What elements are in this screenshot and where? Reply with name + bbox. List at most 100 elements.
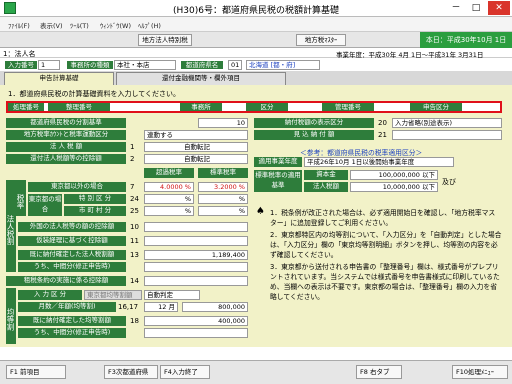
instruction-text: 1．都道府県民税の計算基礎資料を入力してください。 [8, 90, 181, 98]
category-label: 区分 [246, 103, 288, 111]
note-3: 3．東京都から送付される申告書の「整理番号」欄は、様式番号がプレプリントされてい… [270, 263, 500, 301]
title-bar: (H30)6号：都道府県民税の税額計算基礎 － □ ✕ [0, 0, 512, 17]
tab-strip: 申告計算基礎 還付金融機関等・欄外項目 [0, 71, 512, 85]
non-tokyo-standard-rate[interactable]: 3.2000 % [198, 182, 248, 192]
std-rate-basis-label: 標準税率の適用基準 [254, 170, 302, 192]
special-ward-standard[interactable]: % [198, 194, 248, 204]
menu-help[interactable]: ﾍﾙﾌﾟ(H) [138, 20, 161, 30]
mgmt-no-label: 管理番号 [322, 103, 374, 111]
months-field[interactable]: 12 月 [144, 302, 178, 312]
side-label-per-capita: 均等割 [6, 288, 16, 344]
paid-interim-field[interactable] [144, 262, 248, 272]
apply-period-value: 平成26年10月 1日以後開始事業年度 [304, 157, 454, 167]
menu-tools[interactable]: ﾂｰﾙ(T) [70, 20, 89, 30]
non-tokyo-no: 7 [130, 183, 135, 191]
paid-per-capita-no: 18 [130, 317, 139, 325]
capital-value: 100,000,000 以下 [350, 170, 438, 180]
treaty-deduction-no: 14 [130, 277, 139, 285]
function-key-bar: F1 前項目 F3次都道府県 F4入力終了 F8 右タブ F10処理ﾒﾆｭｰ [0, 360, 512, 384]
f3-next-pref-button[interactable]: F3次都道府県 [104, 365, 158, 379]
tokyo-case-label: 東京都の場合 [28, 194, 62, 216]
excess-rate-header: 超過税率 [144, 168, 194, 178]
rate-link-label: 地方税率ｶｳﾝﾄと税率運動区分 [6, 130, 126, 140]
f8-right-tab-button[interactable]: F8 右タブ [356, 365, 402, 379]
expected-payment-field[interactable] [392, 130, 502, 140]
menu-window[interactable]: ｳｨﾝﾄﾞｳ(W) [100, 20, 131, 30]
municipality-excess[interactable]: % [144, 206, 194, 216]
input-category-label: 入 力 区 分 [18, 290, 82, 300]
annual-amount-field[interactable]: 800,000 [182, 302, 248, 312]
paid-corp-tax-field[interactable]: 1,189,400 [144, 250, 248, 260]
municipality-standard[interactable]: % [198, 206, 248, 216]
office-type-label: 事務所の種類 [66, 60, 114, 70]
apply-period-label: 適用事業年度 [254, 157, 302, 167]
special-ward-no: 24 [130, 195, 139, 203]
office-type-field[interactable]: 本社・本店 [114, 60, 176, 70]
corp-tax-field[interactable]: 自動転記 [144, 142, 248, 152]
report-type-label: 申告区分 [410, 103, 462, 111]
pref-code-field[interactable]: 01 [228, 60, 242, 70]
special-ward-excess[interactable]: % [144, 194, 194, 204]
menu-view[interactable]: 表示(V) [40, 20, 63, 30]
corp-tax-threshold-label: 法人税額 [304, 182, 348, 192]
f4-finish-input-button[interactable]: F4入力終了 [160, 365, 210, 379]
process-no-label: 処理番号 [8, 103, 44, 111]
input-no-field[interactable]: 1 [38, 60, 60, 70]
paid-per-capita-label: 既に納付確定した均等割額 [18, 316, 126, 326]
corp-tax-no: 1 [130, 143, 135, 151]
paid-per-capita-field[interactable]: 400,000 [144, 316, 248, 326]
reference-title: ＜参考：都道府県民税の税率適用区分＞ [300, 149, 423, 157]
paid-interim-label: うち、中間分(修正申告時) [18, 262, 126, 272]
expected-payment-label: 見 込 納 付 額 [254, 130, 374, 140]
standard-rate-header: 標準税率 [198, 168, 248, 178]
special-tax-button[interactable]: 地方法人特別税 [138, 34, 192, 46]
ref-no-label: 整理番号 [48, 103, 110, 111]
foreign-tax-no: 10 [130, 223, 139, 231]
false-accounting-field[interactable] [144, 236, 248, 246]
pref-name-field[interactable]: 北海道 [都・府] [246, 60, 320, 70]
input-category-select[interactable]: 自動判定 [144, 290, 200, 300]
side-label-rate: 税率 [16, 180, 26, 216]
f10-menu-button[interactable]: F10処理ﾒﾆｭｰ [452, 365, 508, 379]
display-type-label: 納付税額の表示区分 [254, 118, 374, 128]
months-amount-label: 月数／年額(均等割) [18, 302, 116, 312]
display-type-no: 20 [378, 119, 387, 127]
non-tokyo-label: 東京都以外の場合 [28, 182, 126, 192]
corp-name: 1：法人名 [3, 50, 36, 58]
refund-deduction-no: 2 [130, 155, 135, 163]
note-1: 1．税条例が改正された場合は、必ず適用開始日を確認し、「地方税率マスター」に追加… [270, 209, 496, 227]
menu-bar: ﾌｧｲﾙ(F) 表示(V) ﾂｰﾙ(T) ｳｨﾝﾄﾞｳ(W) ﾍﾙﾌﾟ(H) [0, 17, 512, 32]
refund-deduction-field[interactable]: 自動転記 [144, 154, 248, 164]
paid-corp-tax-no: 13 [130, 251, 139, 259]
foreign-tax-field[interactable] [144, 222, 248, 232]
tab-refund-bank[interactable]: 還付金融機関等・欄外項目 [116, 72, 286, 85]
corp-tax-label: 法 人 税 額 [6, 142, 126, 152]
false-accounting-label: 仮装経理に基づく控除額 [18, 236, 126, 246]
menu-file[interactable]: ﾌｧｲﾙ(F) [8, 20, 30, 30]
display-type-select[interactable]: 入力省略(別途表示) [392, 118, 502, 128]
tab-calc-basis[interactable]: 申告計算基礎 [4, 72, 114, 85]
tokyo-per-capita-button[interactable]: 東京都均等割額 [84, 290, 142, 300]
non-tokyo-excess-rate[interactable]: 4.0000 % [144, 182, 194, 192]
corp-row: 1：法人名 事業年度：平成30年 4月 1日～平成31年 3月31日 [0, 48, 512, 59]
capital-label: 資本金 [304, 170, 348, 180]
treaty-deduction-label: 租税条約の実施に係る控除額 [6, 276, 126, 286]
per-capita-interim-field[interactable] [144, 328, 248, 338]
minimize-button[interactable]: － [446, 1, 466, 15]
split-basis-field[interactable]: 10 [198, 118, 248, 128]
refund-deduction-label: 還付法人税額等の控除額 [6, 154, 126, 164]
maximize-button[interactable]: □ [466, 1, 486, 15]
note-2: 2．東京都特区内の均等割について、「入力区分」を「自動判定」とした場合は、「入力… [270, 231, 502, 259]
treaty-deduction-field[interactable] [144, 276, 248, 286]
close-button[interactable]: ✕ [488, 1, 510, 15]
f1-prev-button[interactable]: F1 前項目 [6, 365, 66, 379]
office-label: 事務所 [180, 103, 222, 111]
rate-link-select[interactable]: 連動する [144, 130, 248, 140]
false-accounting-no: 11 [130, 237, 139, 245]
window-title: (H30)6号：都道府県民税の税額計算基礎 [173, 6, 339, 16]
tax-master-button[interactable]: 地方税ﾏｽﾀｰ [296, 34, 346, 46]
fiscal-period: 事業年度：平成30年 4月 1日～平成31年 3月31日 [336, 51, 484, 59]
per-capita-interim-label: うち、中間分(修正申告時) [18, 328, 126, 338]
corp-tax-threshold-value: 10,000,000 以下 [350, 182, 438, 192]
today-date: 本日：平成30年10月 1日(月) [420, 32, 512, 60]
